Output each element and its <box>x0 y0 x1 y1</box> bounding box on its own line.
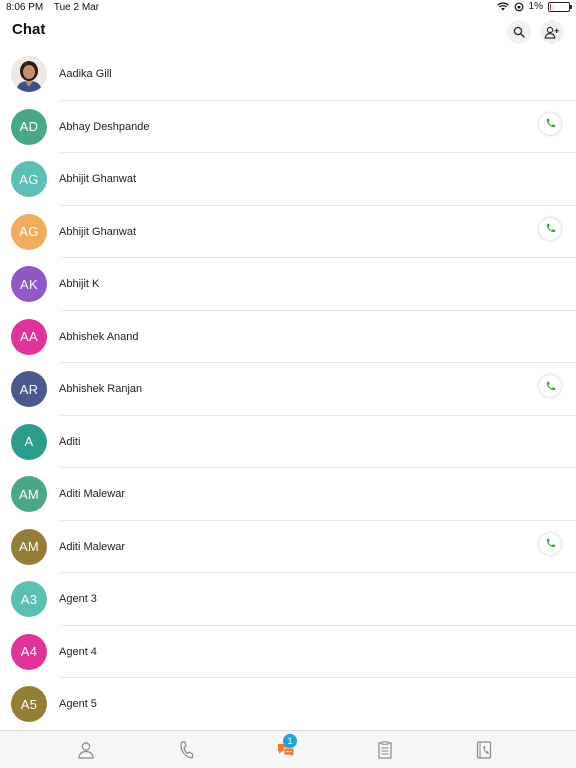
avatar-initials: AK <box>11 266 47 302</box>
contact-name: Agent 4 <box>59 645 97 658</box>
search-icon <box>513 26 525 38</box>
contact-row[interactable]: AR Abhishek Ranjan <box>0 363 576 416</box>
contact-row[interactable]: AM Aditi Malewar <box>0 521 576 573</box>
status-bar: 8:06 PM Tue 2 Mar 1% <box>0 0 576 16</box>
avatar-initials: AM <box>11 476 47 512</box>
avatar-initials: AG <box>11 213 47 250</box>
phone-outline-icon <box>180 741 194 759</box>
call-button[interactable] <box>539 217 561 240</box>
call-button[interactable] <box>539 375 561 397</box>
status-date: Tue 2 Mar <box>53 2 100 13</box>
avatar-initials: AM <box>11 528 47 565</box>
contact-name: Abhijit Ghanwat <box>59 225 137 238</box>
contact-row[interactable]: A5 Agent 5 <box>0 678 576 730</box>
tab-notes[interactable] <box>375 740 395 760</box>
tab-calls[interactable] <box>176 740 196 760</box>
person-icon <box>78 742 94 759</box>
avatar-initials: AA <box>11 318 47 355</box>
contact-row[interactable]: AD Abhay Deshpande <box>0 101 576 153</box>
phonebook-icon <box>476 741 492 759</box>
contact-row[interactable]: A4 Agent 4 <box>0 626 576 678</box>
avatar-initials: AD <box>11 108 47 145</box>
add-contact-button[interactable] <box>540 20 564 44</box>
phone-icon <box>546 381 555 390</box>
contact-name: Abhijit Ghanwat <box>59 173 137 185</box>
tab-directory[interactable] <box>474 740 494 760</box>
avatar-initials: A <box>11 423 47 460</box>
contact-row[interactable]: AA Abhishek Anand <box>0 311 576 363</box>
tab-contacts[interactable] <box>76 740 96 760</box>
phone-icon <box>546 118 555 127</box>
page-title: Chat <box>12 21 46 38</box>
call-button[interactable] <box>539 112 561 135</box>
battery-icon <box>548 1 572 12</box>
avatar-photo <box>11 56 47 92</box>
header: Chat <box>0 16 576 48</box>
unread-badge: 1 <box>283 734 297 748</box>
contact-name: Abhay Deshpande <box>59 120 150 133</box>
call-button[interactable] <box>539 532 561 555</box>
add-contact-icon <box>544 26 559 39</box>
contact-name: Aditi <box>59 435 81 448</box>
avatar-initials: A5 <box>11 686 47 722</box>
phone-icon <box>546 223 555 232</box>
tab-bar: 1 <box>0 730 576 768</box>
orientation-lock-icon <box>514 2 523 11</box>
contact-name: Agent 5 <box>59 698 97 710</box>
avatar-initials: AG <box>11 161 47 197</box>
contact-row[interactable]: AG Abhijit Ghanwat <box>0 206 576 258</box>
contact-name: Abhijit K <box>59 278 100 290</box>
contact-name: Agent 3 <box>59 593 97 605</box>
contact-name: Abhishek Anand <box>59 330 139 343</box>
search-button[interactable] <box>507 20 531 44</box>
wifi-icon <box>496 2 509 11</box>
avatar-initials: AR <box>11 371 47 407</box>
contact-row[interactable]: A3 Agent 3 <box>0 573 576 626</box>
contact-name: Aditi Malewar <box>59 488 126 500</box>
phone-icon <box>546 538 555 547</box>
contact-row[interactable]: Aadika Gill <box>0 48 576 101</box>
contact-row[interactable]: A Aditi <box>0 416 576 468</box>
avatar-initials: A3 <box>11 581 47 617</box>
notes-icon <box>378 741 392 759</box>
status-time: 8:06 PM <box>6 2 44 13</box>
contact-row[interactable]: AG Abhijit Ghanwat <box>0 153 576 206</box>
contact-name: Aditi Malewar <box>59 540 126 553</box>
avatar-initials: A4 <box>11 633 47 670</box>
battery-percent: 1% <box>528 1 543 12</box>
contact-name: Abhishek Ranjan <box>59 383 143 395</box>
contact-name: Aadika Gill <box>59 68 112 80</box>
contact-row[interactable]: AM Aditi Malewar <box>0 468 576 521</box>
contact-list[interactable]: Aadika Gill AD Abhay Deshpande AG Abhijit Gh… <box>0 48 576 730</box>
contact-row[interactable]: AK Abhijit K <box>0 258 576 311</box>
